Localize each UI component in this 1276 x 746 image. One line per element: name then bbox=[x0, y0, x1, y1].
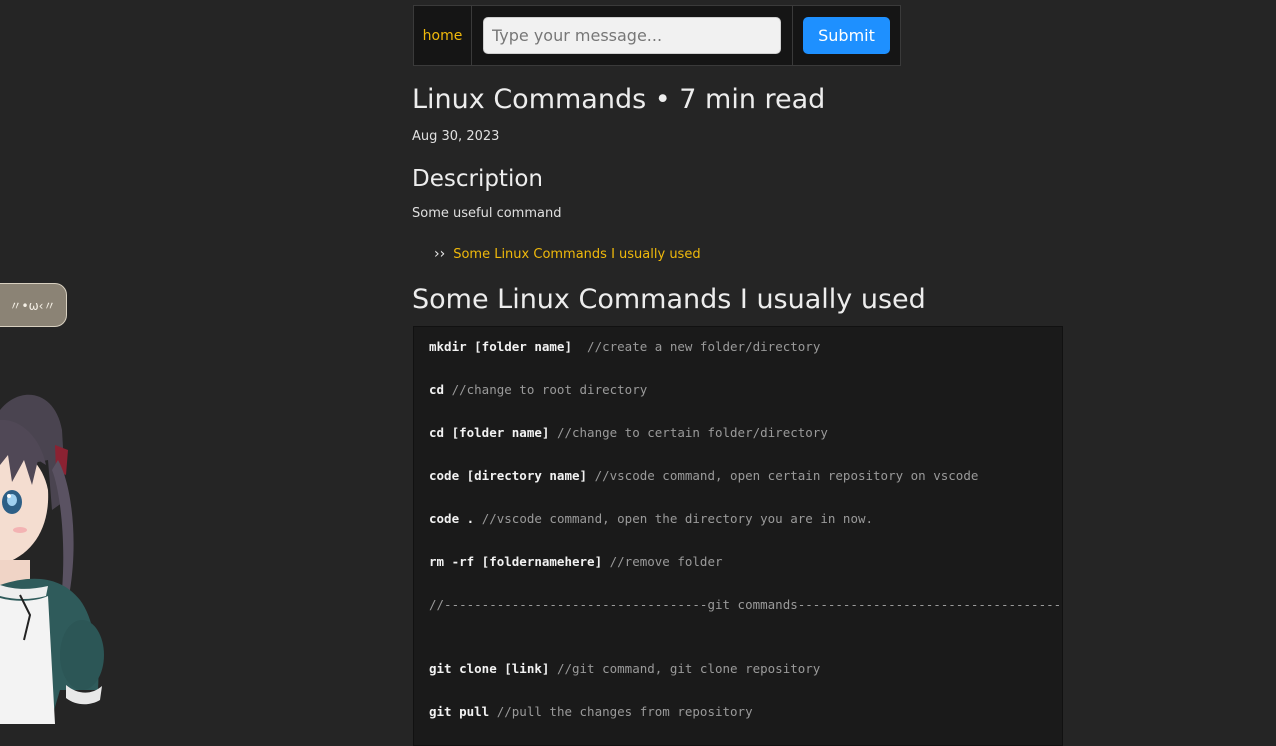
code-command: mkdir [folder name] bbox=[429, 339, 588, 354]
code-comment: //create a new folder/directory bbox=[587, 339, 821, 354]
description-text: Some useful command bbox=[412, 206, 562, 221]
code-comment: //change to certain folder/directory bbox=[556, 425, 828, 440]
section-heading: Some Linux Commands I usually used bbox=[412, 284, 926, 315]
code-line: //-----------------------------------git… bbox=[429, 597, 1062, 661]
code-command: git clone [link] bbox=[429, 661, 557, 676]
code-command: code . bbox=[429, 511, 482, 526]
code-command: git pull bbox=[429, 704, 497, 719]
code-command: code [directory name] bbox=[429, 468, 595, 483]
code-line: cd [folder name] //change to certain fol… bbox=[429, 425, 1062, 468]
post-date: Aug 30, 2023 bbox=[412, 129, 500, 144]
code-comment: //change to root directory bbox=[451, 382, 648, 397]
code-command: cd [folder name] bbox=[429, 425, 557, 440]
description-heading: Description bbox=[412, 166, 543, 192]
code-line: git clone [link] //git command, git clon… bbox=[429, 661, 1062, 704]
message-input-cell bbox=[472, 6, 793, 65]
code-command: rm -rf [foldernamehere] bbox=[429, 554, 610, 569]
mascot-speech-bubble[interactable]: 〃•ω‹〃 bbox=[0, 283, 67, 327]
submit-cell: Submit bbox=[793, 6, 900, 65]
code-line: code . //vscode command, open the direct… bbox=[429, 511, 1062, 554]
code-line: rm -rf [foldernamehere] //remove folder bbox=[429, 554, 1062, 597]
anime-girl-mascot-icon[interactable] bbox=[0, 390, 110, 724]
code-comment: //pull the changes from repository bbox=[496, 704, 753, 719]
code-block[interactable]: mkdir [folder name] //create a new folde… bbox=[413, 326, 1063, 746]
top-navbar: home Submit bbox=[413, 5, 901, 66]
post-title: Linux Commands • 7 min read bbox=[412, 84, 826, 115]
toc-link[interactable]: Some Linux Commands I usually used bbox=[453, 247, 700, 262]
code-comment: //remove folder bbox=[609, 554, 723, 569]
message-input[interactable] bbox=[483, 17, 781, 54]
code-comment: //vscode command, open certain repositor… bbox=[594, 468, 979, 483]
submit-button[interactable]: Submit bbox=[803, 17, 890, 54]
code-comment: //git command, git clone repository bbox=[556, 661, 821, 676]
code-command: cd bbox=[429, 382, 452, 397]
code-line: git pull //pull the changes from reposit… bbox=[429, 704, 1062, 745]
code-comment: //-----------------------------------git… bbox=[429, 597, 1062, 612]
code-line: code [directory name] //vscode command, … bbox=[429, 468, 1062, 511]
home-link[interactable]: home bbox=[414, 6, 472, 65]
code-comment: //vscode command, open the directory you… bbox=[481, 511, 874, 526]
toc-bullet-icon: ›› bbox=[434, 246, 446, 262]
code-line: mkdir [folder name] //create a new folde… bbox=[429, 339, 1062, 382]
code-line: cd //change to root directory bbox=[429, 382, 1062, 425]
table-of-contents: ›› Some Linux Commands I usually used bbox=[434, 246, 701, 262]
